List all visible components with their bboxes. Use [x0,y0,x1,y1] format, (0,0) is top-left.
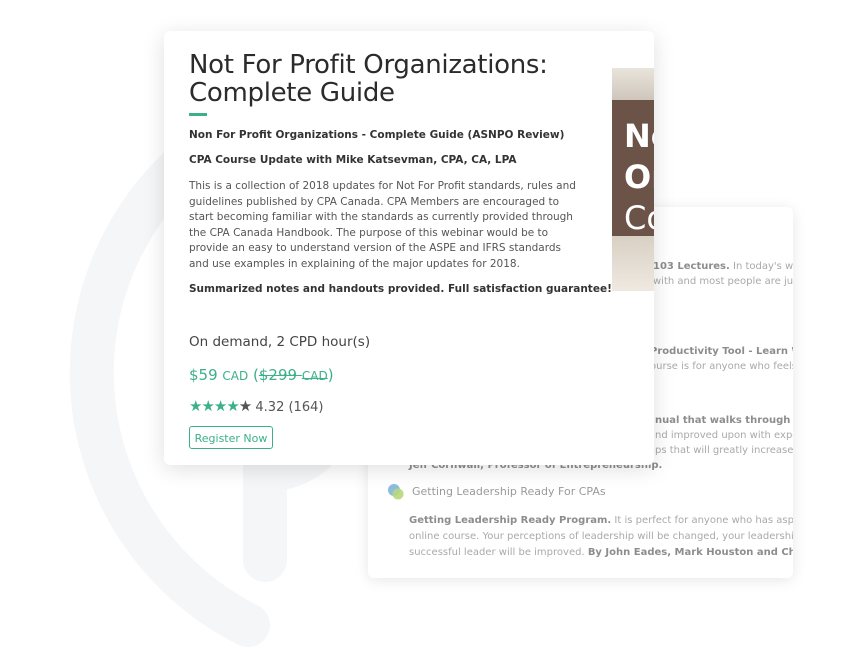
course-snippet-2-line2: ourse is for anyone who feels c [650,361,793,372]
cpd-hours: On demand, 2 CPD hour(s) [189,334,371,350]
current-price: $59 [189,366,218,384]
course-snippet-1: 103 Lectures. In today's work [653,261,793,272]
course-title: Not For Profit Organizations: Complete G… [189,50,548,108]
review-count: (164) [288,400,324,415]
course-link-leadership[interactable]: Getting Leadership Ready For CPAs [412,485,606,498]
rating-value: 4.32 [255,400,285,415]
rating: ★★★★★ 4.32 (164) [189,397,323,415]
course-instructor: CPA Course Update with Mike Katsevman, C… [189,154,517,166]
leadership-course-icon [388,484,404,500]
course-card: Not For Profit Organizations: Complete G… [164,31,654,465]
price: $59 CAD ($299 CAD) [189,366,334,384]
course-description: This is a collection of 2018 updates for… [189,180,576,270]
course-subtitle: Non For Profit Organizations - Complete … [189,129,565,141]
course-snippet-1-line2: with and most people are just [653,276,793,287]
course-thumbnail[interactable]: No Or Co [612,68,654,291]
star-rating-icon: ★★★★★ [189,397,252,415]
course-snippet-3-line3: ps that will greatly increase the [655,445,793,456]
course-snippet-3: nual that walks through the [655,415,793,426]
register-now-button[interactable]: Register Now [189,426,273,449]
course-description-leadership: Getting Leadership Ready Program. It is … [409,515,793,558]
title-accent-bar [189,113,207,116]
course-snippet-3-line2: nd improved upon with exper [655,430,793,441]
original-price: $299 CAD [258,366,328,384]
course-snippet-2: Productivity Tool - Learn Why [650,346,793,357]
guarantee-note: Summarized notes and handouts provided. … [189,283,612,295]
